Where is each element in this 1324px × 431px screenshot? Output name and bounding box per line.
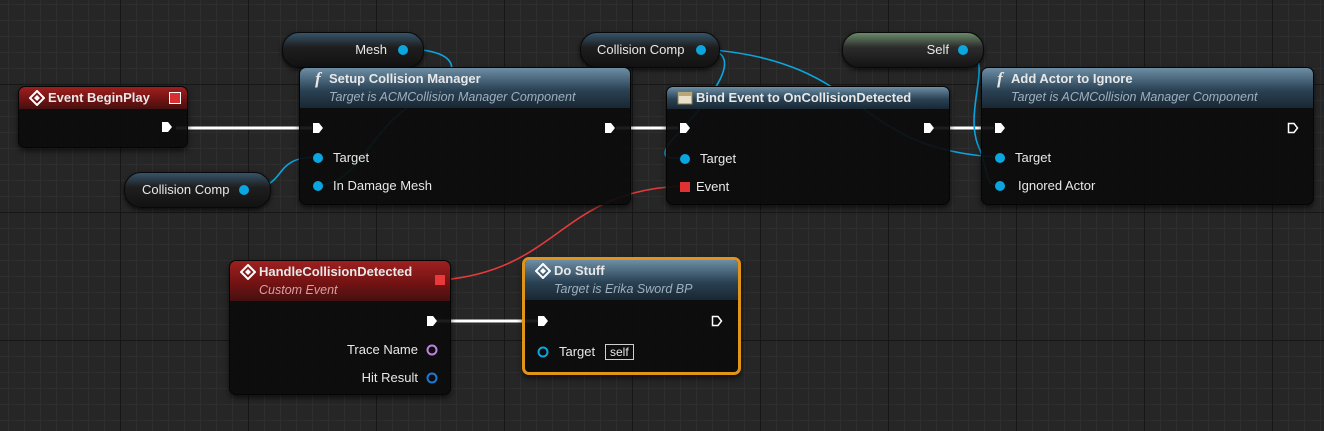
object-pin-icon[interactable] (994, 152, 1006, 164)
target-pin-row[interactable]: Target (994, 149, 1194, 167)
object-pin-icon[interactable] (994, 180, 1006, 192)
object-pin-icon[interactable] (238, 184, 250, 196)
exec-out-pin-icon[interactable] (426, 315, 438, 327)
object-pin-icon[interactable] (312, 152, 324, 164)
event-diamond-icon (535, 263, 551, 279)
node-header: f Setup Collision Manager Target is ACMC… (300, 68, 630, 108)
pin-label: Target (700, 151, 737, 166)
self-variable-label: Self (926, 42, 949, 57)
setup-collision-manager-node[interactable]: f Setup Collision Manager Target is ACMC… (299, 67, 631, 205)
object-pin-icon[interactable] (312, 180, 324, 192)
node-header: f Add Actor to Ignore Target is ACMColli… (982, 68, 1313, 108)
function-icon: f (997, 69, 1003, 88)
target-pin-row[interactable]: Target self (537, 343, 687, 361)
exec-in-pin-icon[interactable] (537, 315, 549, 327)
target-pin-row[interactable]: Target (312, 149, 512, 167)
object-pin-icon[interactable] (695, 44, 707, 56)
exec-in-pin-icon[interactable] (679, 122, 691, 134)
pin-label: Event (696, 179, 730, 194)
pin-label: Target (559, 344, 596, 359)
collision-comp-variable-node[interactable]: Collision Comp (580, 32, 720, 68)
node-title: Add Actor to Ignore (1011, 71, 1133, 86)
self-variable-node[interactable]: Self (842, 32, 984, 68)
mesh-variable-label: Mesh (355, 42, 387, 57)
node-subtitle: Custom Event (259, 283, 338, 297)
node-title: Setup Collision Manager (329, 71, 481, 86)
exec-out-pin-icon[interactable] (604, 122, 616, 134)
pin-label: Hit Result (361, 370, 418, 385)
name-pin-icon[interactable] (426, 344, 438, 356)
function-icon: f (315, 69, 321, 88)
pin-label: In Damage Mesh (333, 178, 432, 193)
exec-out-pin-icon[interactable] (1287, 122, 1299, 134)
bind-event-node[interactable]: Bind Event to OnCollisionDetected Target… (666, 86, 950, 205)
pin-label: Trace Name (346, 342, 418, 357)
mesh-variable-node[interactable]: Mesh (282, 32, 424, 68)
event-pin-row[interactable]: Event (679, 178, 829, 196)
add-actor-to-ignore-node[interactable]: f Add Actor to Ignore Target is ACMColli… (981, 67, 1314, 205)
node-subtitle: Target is Erika Sword BP (554, 282, 693, 296)
hit-result-pin-row[interactable]: Hit Result (288, 369, 438, 387)
event-diamond-icon (240, 264, 256, 280)
node-title: Bind Event to OnCollisionDetected (696, 90, 912, 105)
event-diamond-icon (29, 90, 45, 106)
exec-in-pin-icon[interactable] (312, 122, 324, 134)
node-header: Do Stuff Target is Erika Sword BP (525, 260, 738, 300)
handle-collision-detected-node[interactable]: HandleCollisionDetected Custom Event Tra… (229, 260, 451, 395)
collision-comp-variable-label-2: Collision Comp (142, 182, 230, 197)
pin-label: Target (333, 150, 370, 165)
bind-event-icon (677, 90, 693, 106)
node-title: Event BeginPlay (48, 90, 150, 105)
object-pin-icon[interactable] (679, 153, 691, 165)
trace-name-pin-row[interactable]: Trace Name (288, 341, 438, 359)
node-subtitle: Target is ACMCollision Manager Component (1011, 90, 1258, 104)
delegate-pin-icon[interactable] (435, 275, 445, 285)
pin-label: Target (1015, 150, 1052, 165)
event-beginplay-node[interactable]: Event BeginPlay (18, 86, 188, 148)
exec-out-pin-icon[interactable] (711, 315, 723, 327)
exec-out-pin-icon[interactable] (923, 122, 935, 134)
node-header: HandleCollisionDetected Custom Event (230, 261, 450, 301)
pin-label: Ignored Actor (1018, 178, 1096, 193)
exec-out-pin-icon[interactable] (161, 121, 173, 133)
delegate-pin-icon[interactable] (169, 92, 181, 104)
collision-comp-variable-node-2[interactable]: Collision Comp (124, 172, 271, 208)
damage-mesh-pin-row[interactable]: In Damage Mesh (312, 177, 512, 195)
node-title: HandleCollisionDetected (259, 264, 413, 279)
delegate-pin-icon[interactable] (679, 181, 691, 193)
struct-pin-icon[interactable] (426, 372, 438, 384)
target-default-value[interactable]: self (605, 344, 634, 360)
object-pin-icon[interactable] (957, 44, 969, 56)
ignored-actor-pin-row[interactable]: Ignored Actor (994, 177, 1194, 195)
target-pin-row[interactable]: Target (679, 150, 829, 168)
node-subtitle: Target is ACMCollision Manager Component (329, 90, 576, 104)
node-title: Do Stuff (554, 263, 605, 278)
object-pin-icon[interactable] (397, 44, 409, 56)
node-header: Event BeginPlay (19, 87, 187, 109)
do-stuff-node[interactable]: Do Stuff Target is Erika Sword BP Target… (522, 257, 741, 375)
node-header: Bind Event to OnCollisionDetected (667, 87, 949, 109)
exec-in-pin-icon[interactable] (994, 122, 1006, 134)
collision-comp-variable-label: Collision Comp (597, 42, 685, 57)
object-pin-icon[interactable] (537, 346, 549, 358)
